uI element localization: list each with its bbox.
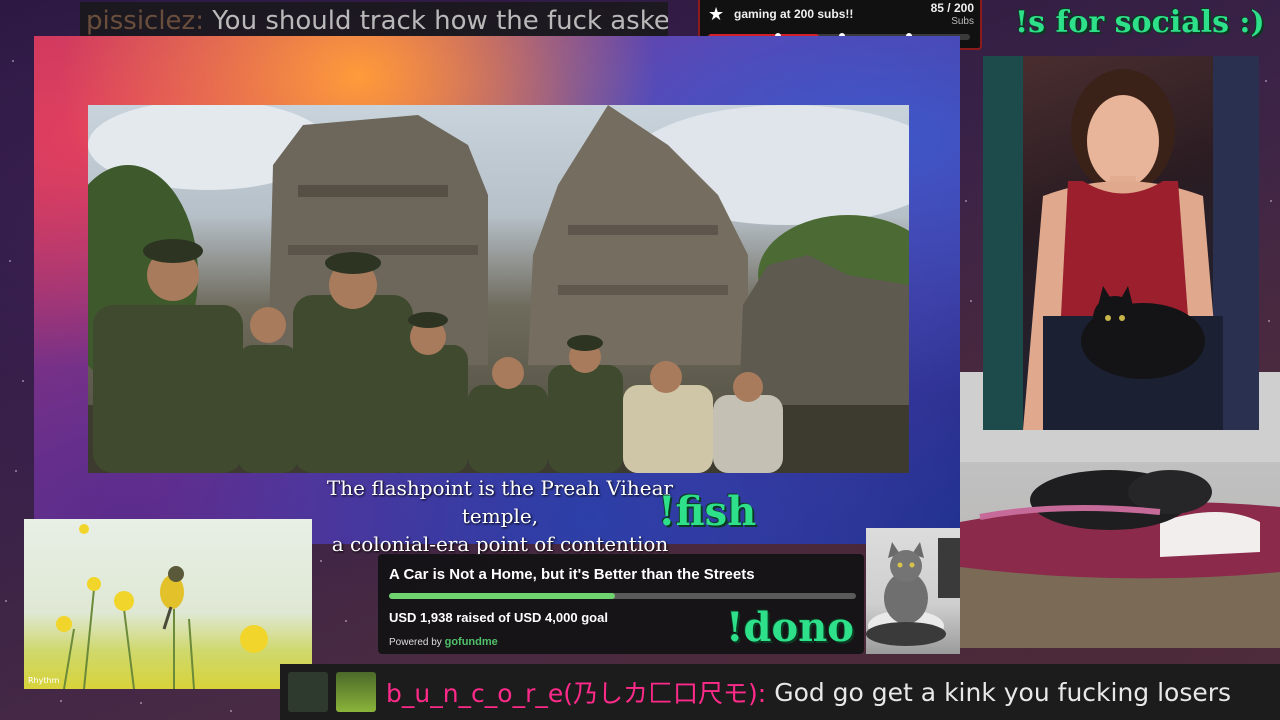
fundraiser-powered-by: Powered by gofundme bbox=[389, 636, 498, 648]
sub-goal-title: gaming at 200 subs!! bbox=[734, 7, 854, 21]
streamer-avatar-camera bbox=[983, 56, 1259, 430]
bird-scene-image bbox=[56, 524, 268, 689]
fundraiser-progress-bar bbox=[389, 593, 856, 599]
chat-username: pissiclez: bbox=[86, 6, 204, 36]
chat-message: God go get a kink you fucking losers bbox=[774, 677, 1232, 707]
fundraiser-title: A Car is Not a Home, but it's Better tha… bbox=[389, 566, 755, 583]
fundraiser-raised-amount: USD 1,938 raised of USD 4,000 goal bbox=[389, 610, 608, 625]
sub-goal-count: 85 / 200 bbox=[930, 1, 974, 15]
fish-command-label: !fish bbox=[658, 488, 757, 535]
grass-emote-icon bbox=[336, 672, 376, 712]
video-subtitles: The flashpoint is the Preah Vihear templ… bbox=[300, 474, 700, 558]
powered-by-label: Powered by bbox=[389, 637, 442, 648]
temple-scene-image bbox=[88, 105, 909, 473]
chat-overlay-bottom: b_u_n_c_o_r_e(乃しカ匚口尺モ): God go get a kin… bbox=[280, 664, 1280, 720]
cat-emote-icon bbox=[288, 672, 328, 712]
fundraiser-progress-fill bbox=[389, 593, 616, 599]
bird-video-feed: Rhythm bbox=[24, 519, 312, 689]
chat-message: You should track how the fuck asked bbox=[212, 6, 668, 36]
gofundme-logo: gofundme bbox=[444, 636, 498, 648]
chat-username: b_u_n_c_o_r_e(乃しカ匚口尺モ): bbox=[386, 679, 767, 708]
star-icon: ★ bbox=[708, 4, 725, 25]
news-video-player[interactable] bbox=[88, 105, 909, 473]
subtitle-line: The flashpoint is the Preah Vihear templ… bbox=[326, 476, 674, 528]
cat-camera-feed bbox=[866, 528, 960, 654]
dono-command-label: !dono bbox=[726, 604, 854, 651]
chat-overlay-top: pissiclez: You should track how the fuck… bbox=[80, 2, 668, 40]
cat-in-bowl-image bbox=[866, 538, 960, 646]
streamer-portrait-image bbox=[983, 56, 1259, 430]
sub-goal-unit: Subs bbox=[951, 16, 974, 27]
socials-command-label: !s for socials :) bbox=[1015, 5, 1265, 40]
bird-video-logo: Rhythm bbox=[28, 676, 60, 685]
